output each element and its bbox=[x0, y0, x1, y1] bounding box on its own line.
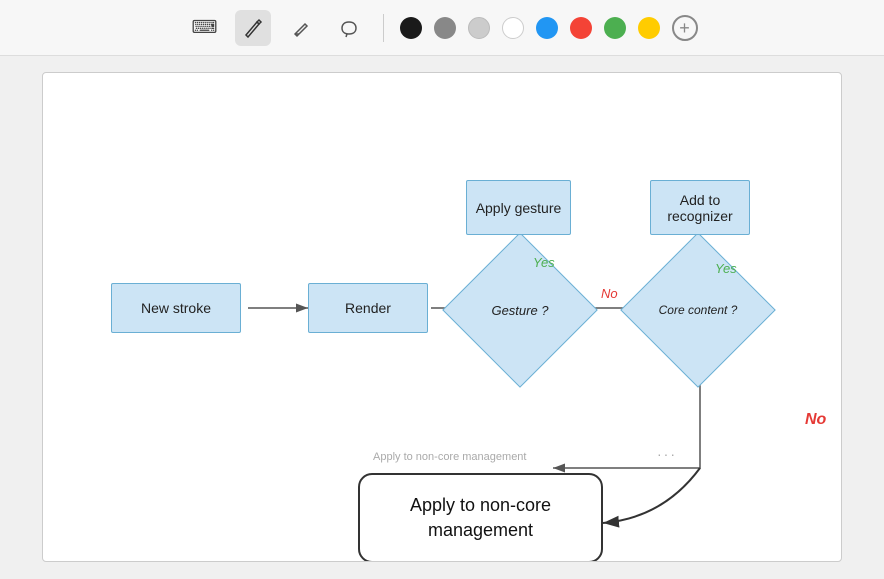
yes-gesture-label: Yes bbox=[533, 255, 555, 270]
color-black[interactable] bbox=[400, 17, 422, 39]
pen-tool-button[interactable] bbox=[235, 10, 271, 46]
add-color-button[interactable]: + bbox=[672, 15, 698, 41]
color-red[interactable] bbox=[570, 17, 592, 39]
color-green[interactable] bbox=[604, 17, 626, 39]
color-gray[interactable] bbox=[434, 17, 456, 39]
toolbar: ⌨ + bbox=[0, 0, 884, 56]
no-core-label: No bbox=[805, 411, 826, 429]
color-yellow[interactable] bbox=[638, 17, 660, 39]
noncore-small-label: Apply to non-core management bbox=[373, 451, 526, 463]
render-box: Render bbox=[308, 283, 428, 333]
color-light-gray[interactable] bbox=[468, 17, 490, 39]
apply-gesture-box: Apply gesture bbox=[466, 180, 571, 235]
gesture-diamond: Gesture ? bbox=[465, 255, 575, 365]
noncore-dots: ··· bbox=[657, 446, 677, 462]
lasso-tool-button[interactable] bbox=[331, 10, 367, 46]
eraser-tool-button[interactable] bbox=[283, 10, 319, 46]
no-gesture-label: No bbox=[601, 286, 618, 301]
add-to-recognizer-box: Add to recognizer bbox=[650, 180, 750, 235]
color-white[interactable] bbox=[502, 17, 524, 39]
color-blue[interactable] bbox=[536, 17, 558, 39]
keyboard-tool-button[interactable]: ⌨ bbox=[187, 10, 223, 46]
new-stroke-box: New stroke bbox=[111, 283, 241, 333]
toolbar-divider bbox=[383, 14, 384, 42]
apply-noncore-handwritten-box: Apply to non-core management bbox=[358, 473, 603, 562]
diagram-canvas: New stroke Render Gesture ? Core content… bbox=[42, 72, 842, 562]
yes-core-label: Yes bbox=[715, 261, 737, 276]
